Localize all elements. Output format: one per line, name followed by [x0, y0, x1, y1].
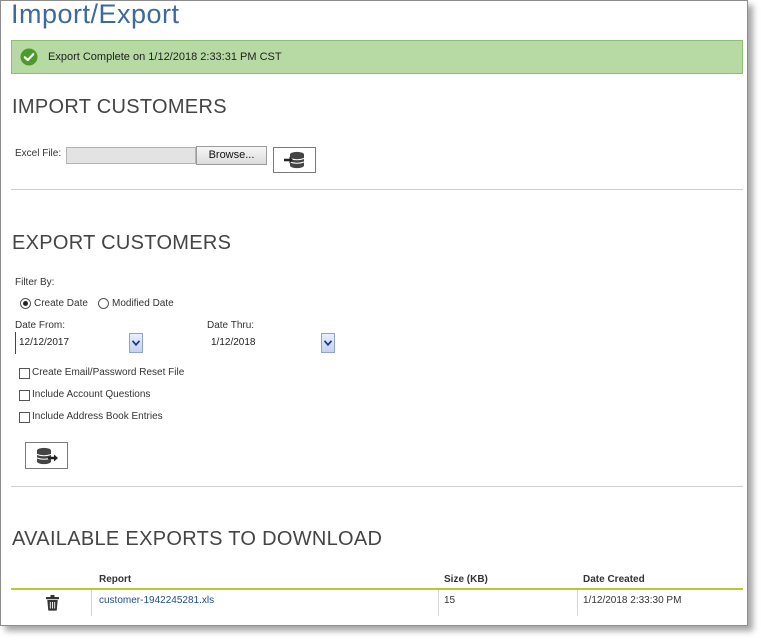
import-button[interactable] — [273, 147, 316, 173]
column-header-date-created: Date Created — [583, 574, 645, 585]
create-date-label: Create Date — [34, 298, 88, 309]
browse-button[interactable]: Browse... — [196, 146, 267, 165]
excel-file-input[interactable] — [66, 147, 196, 164]
date-from-label: Date From: — [15, 320, 66, 331]
modified-date-radio[interactable] — [98, 298, 109, 309]
alert-message: Export Complete on 1/12/2018 2:33:31 PM … — [48, 51, 282, 63]
database-export-icon — [36, 447, 58, 464]
create-date-radio[interactable] — [20, 298, 31, 309]
success-alert: Export Complete on 1/12/2018 2:33:31 PM … — [11, 40, 743, 74]
column-header-report: Report — [99, 574, 132, 585]
import-section-title: IMPORT CUSTOMERS — [12, 96, 227, 118]
export-section-title: EXPORT CUSTOMERS — [12, 232, 232, 254]
chevron-down-icon — [324, 340, 332, 346]
downloads-section-title: AVAILABLE EXPORTS TO DOWNLOAD — [12, 528, 383, 550]
filter-by-label: Filter By: — [15, 277, 55, 288]
column-header-size: Size (KB) — [444, 574, 488, 585]
column-separator — [91, 590, 92, 616]
account-questions-checkbox[interactable] — [19, 390, 30, 401]
date-from-input[interactable]: 12/12/2017 — [15, 332, 129, 354]
date-thru-dropdown[interactable] — [321, 333, 335, 353]
import-export-window: Import/Export Export Complete on 1/12/20… — [0, 0, 748, 626]
address-book-label: Include Address Book Entries — [32, 411, 163, 422]
date-from-dropdown[interactable] — [129, 333, 143, 353]
column-separator — [438, 590, 439, 616]
report-size: 15 — [444, 595, 456, 606]
export-divider — [11, 486, 743, 487]
date-thru-label: Date Thru: — [207, 320, 255, 331]
page-title: Import/Export — [11, 0, 180, 29]
report-date-created: 1/12/2018 2:33:30 PM — [583, 595, 682, 606]
report-link[interactable]: customer-1942245281.xls — [99, 595, 214, 606]
table-header-underline — [11, 588, 743, 590]
database-import-icon — [283, 151, 304, 169]
reset-file-label: Create Email/Password Reset File — [32, 367, 185, 378]
chevron-down-icon — [132, 340, 140, 346]
column-separator — [577, 590, 578, 616]
check-circle-icon — [20, 48, 38, 66]
date-thru-input[interactable]: 1/12/2018 — [208, 332, 320, 354]
reset-file-checkbox[interactable] — [19, 368, 30, 379]
trash-icon[interactable] — [46, 595, 59, 611]
excel-file-label: Excel File: — [15, 148, 62, 159]
account-questions-label: Include Account Questions — [32, 389, 151, 400]
modified-date-label: Modified Date — [112, 298, 174, 309]
import-divider — [11, 189, 743, 190]
address-book-checkbox[interactable] — [19, 412, 30, 423]
export-button[interactable] — [25, 442, 68, 469]
